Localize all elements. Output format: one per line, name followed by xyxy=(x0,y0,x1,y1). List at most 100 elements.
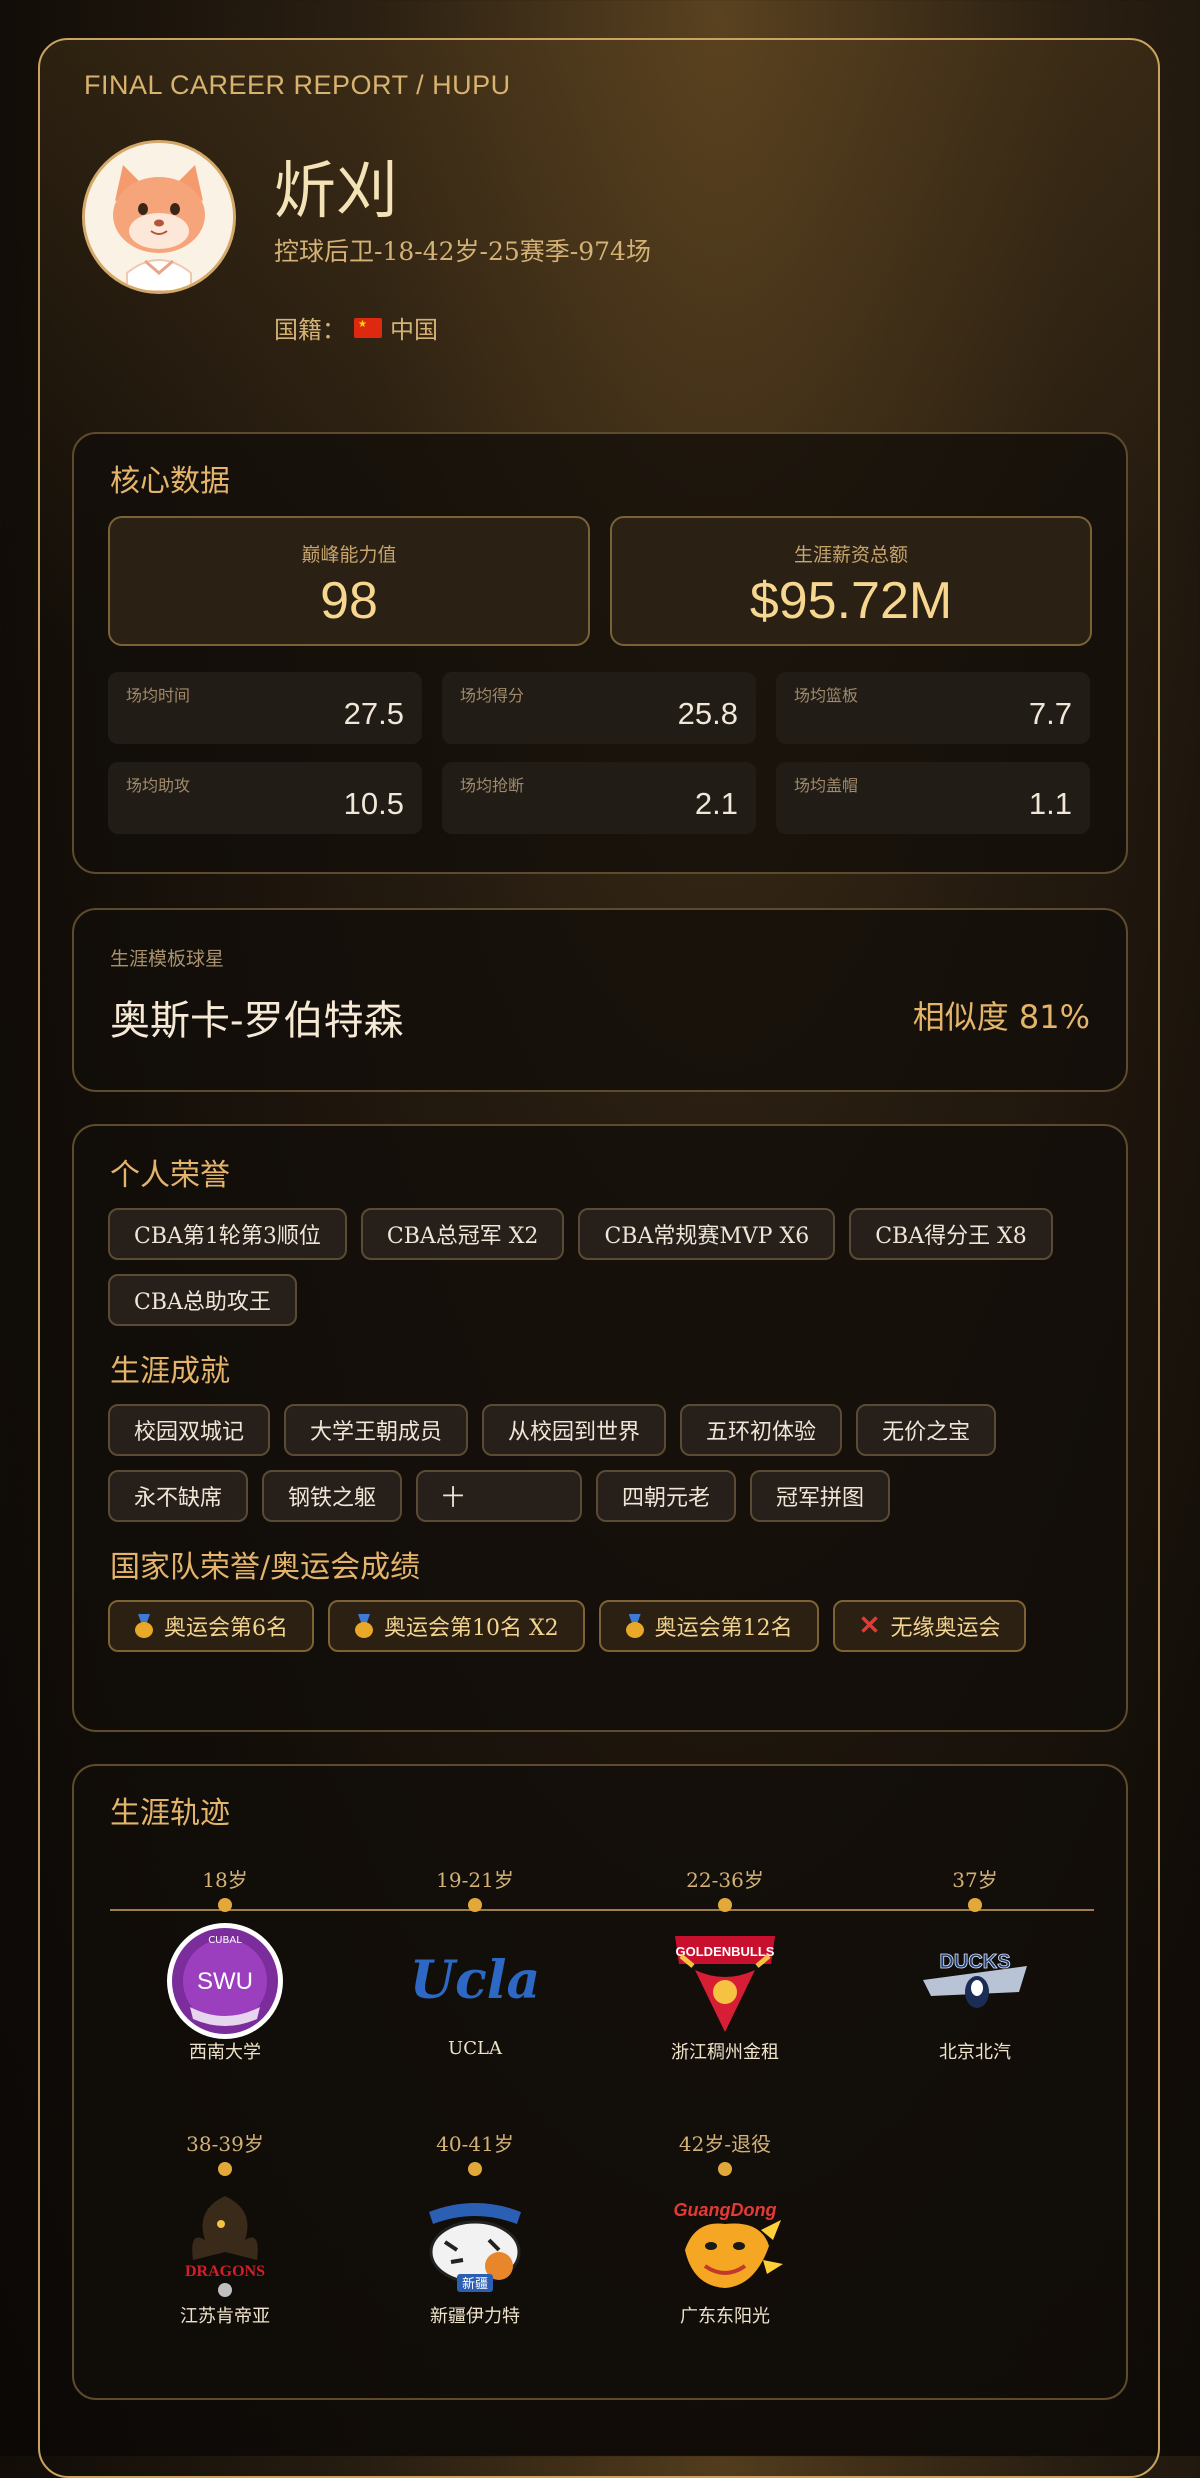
stop-team: 江苏肯帝亚 xyxy=(180,2306,270,2327)
stat-value: 2.1 xyxy=(694,786,738,821)
honor-chip: CBA得分王 X8 xyxy=(849,1208,1053,1260)
stop-team: 北京北汽 xyxy=(939,2042,1011,2063)
stop-team: 浙江稠州金租 xyxy=(671,2042,779,2063)
stat-rebounds: 场均篮板 7.7 xyxy=(776,672,1090,744)
achievement-chip: 五环初体验 xyxy=(680,1404,843,1456)
nationality-value: 中国 xyxy=(390,316,438,344)
career-salary-label: 生涯薪资总额 xyxy=(793,544,908,566)
template-player-name: 奥斯卡-罗伯特森 xyxy=(110,998,404,1044)
achievement-chip: 四朝元老 xyxy=(596,1470,737,1522)
achievement-chip: 大学王朝成员 xyxy=(284,1404,469,1456)
olympic-chip: 奥运会第12名 xyxy=(598,1600,819,1652)
core-data-section: 核心数据 巅峰能力值 98 生涯薪资总额 $95.72M 场均时间 27.5 场… xyxy=(72,432,1128,874)
svg-text:DRAGONS: DRAGONS xyxy=(185,2263,265,2280)
trajectory-stop: 37岁 DUCKS 北京北汽 xyxy=(875,1864,1075,2064)
trajectory-stop: 22-36岁 GOLDENBULLS 浙江稠州金租 xyxy=(625,1864,825,2064)
svg-text:GuangDong: GuangDong xyxy=(674,2200,777,2220)
stop-team: 新疆伊力特 xyxy=(430,2306,520,2327)
achievement-chip: 永不缺席 xyxy=(108,1470,249,1522)
timeline-dot xyxy=(468,1898,482,1912)
peak-rating-label: 巅峰能力值 xyxy=(301,544,397,566)
stop-team: 西南大学 xyxy=(189,2042,261,2063)
timeline-dot xyxy=(968,1898,982,1912)
ducks-logo-icon: DUCKS xyxy=(910,1926,1040,2036)
trajectory-stop: 38-39岁 DRAGONS 江苏肯帝亚 xyxy=(125,2128,325,2328)
guangdong-logo-icon: GuangDong xyxy=(660,2190,790,2300)
player-name: 炘刈 xyxy=(274,154,399,227)
olympic-chip-label: 奥运会第10名 X2 xyxy=(384,1616,559,1641)
honors-section: 个人荣誉 CBA第1轮第3顺位 CBA总冠军 X2 CBA常规赛MVP X6 C… xyxy=(72,1124,1128,1732)
stat-label: 场均时间 xyxy=(126,686,191,705)
medal-icon xyxy=(134,1614,154,1638)
stop-age: 42岁-退役 xyxy=(678,2132,772,2156)
medal-icon xyxy=(354,1614,374,1638)
national-team-title: 国家队荣誉/奥运会成绩 xyxy=(110,1550,421,1585)
trajectory-title: 生涯轨迹 xyxy=(110,1796,230,1831)
achievement-chip: 冠军拼图 xyxy=(750,1470,891,1522)
stat-assists: 场均助攻 10.5 xyxy=(108,762,422,834)
national-team-list: 奥运会第6名 奥运会第10名 X2 奥运会第12名 ✕ 无缘奥运会 xyxy=(108,1600,1098,1652)
svg-text:CUBAL: CUBAL xyxy=(208,1935,242,1946)
stat-value: 25.8 xyxy=(677,696,738,731)
timeline-dot xyxy=(718,2162,732,2176)
achievement-chip: 从校园到世界 xyxy=(482,1404,667,1456)
stat-minutes: 场均时间 27.5 xyxy=(108,672,422,744)
template-label: 生涯模板球星 xyxy=(110,948,225,970)
nationality-label: 国籍： xyxy=(274,316,346,344)
stop-age: 19-21岁 xyxy=(436,1868,514,1892)
achievements-title: 生涯成就 xyxy=(110,1354,230,1389)
career-salary-value: $95.72M xyxy=(749,572,953,630)
trajectory-stop: 19-21岁 Ucla UCLA xyxy=(375,1864,575,2059)
template-player-section: 生涯模板球星 奥斯卡-罗伯特森 相似度 81% xyxy=(72,908,1128,1092)
achievement-chip: 校园双城记 xyxy=(108,1404,271,1456)
report-label: FINAL CAREER REPORT / HUPU xyxy=(84,70,511,100)
svg-text:Ucla: Ucla xyxy=(410,1950,540,2011)
olympic-chip-label: 无缘奥运会 xyxy=(890,1616,1001,1641)
medal-icon xyxy=(625,1614,645,1638)
avatar xyxy=(82,140,236,294)
honor-chip: CBA常规赛MVP X6 xyxy=(578,1208,836,1260)
stop-team: UCLA xyxy=(448,2038,502,2059)
stat-value: 7.7 xyxy=(1028,696,1072,731)
olympic-chip: ✕ 无缘奥运会 xyxy=(832,1600,1027,1652)
svg-text:SWU: SWU xyxy=(197,1968,253,1995)
timeline-dot xyxy=(218,1898,232,1912)
stat-value: 27.5 xyxy=(343,696,404,731)
svg-text:DUCKS: DUCKS xyxy=(939,1951,1010,1973)
stat-label: 场均抢断 xyxy=(460,776,525,795)
stat-label: 场均助攻 xyxy=(126,776,191,795)
honor-chip: CBA总助攻王 xyxy=(108,1274,297,1326)
stat-label: 场均得分 xyxy=(460,686,525,705)
stop-age: 18岁 xyxy=(202,1868,248,1892)
personal-honors-title: 个人荣誉 xyxy=(110,1158,230,1193)
stat-blocks: 场均盖帽 1.1 xyxy=(776,762,1090,834)
stop-age: 38-39岁 xyxy=(186,2132,264,2156)
cross-icon: ✕ xyxy=(858,1611,881,1641)
stat-value: 10.5 xyxy=(343,786,404,821)
olympic-chip: 奥运会第6名 xyxy=(108,1600,314,1652)
achievements-list: 校园双城记 大学王朝成员 从校园到世界 五环初体验 无价之宝 永不缺席 钢铁之躯… xyxy=(108,1404,1098,1522)
stat-points: 场均得分 25.8 xyxy=(442,672,756,744)
trajectory-stop: 40-41岁 新疆 新疆伊力特 xyxy=(375,2128,575,2328)
trajectory-section: 生涯轨迹 18岁 CUBAL SWU 西南大学 19-21岁 Ucla UCLA xyxy=(72,1764,1128,2400)
peak-rating-value: 98 xyxy=(320,572,378,630)
timeline-dot xyxy=(218,2162,232,2176)
stat-value: 1.1 xyxy=(1028,786,1072,821)
achievement-chip: 无价之宝 xyxy=(856,1404,997,1456)
stop-age: 37岁 xyxy=(952,1868,998,1892)
trajectory-stop: 18岁 CUBAL SWU 西南大学 xyxy=(125,1864,325,2064)
trajectory-stop: 42岁-退役 GuangDong 广东东阳光 xyxy=(625,2128,825,2328)
timeline-dot xyxy=(468,2162,482,2176)
core-data-title: 核心数据 xyxy=(110,464,230,499)
olympic-chip-label: 奥运会第12名 xyxy=(654,1616,793,1641)
ucla-logo-icon: Ucla xyxy=(410,1926,540,2036)
personal-honors-list: CBA第1轮第3顺位 CBA总冠军 X2 CBA常规赛MVP X6 CBA得分王… xyxy=(108,1208,1098,1326)
stop-team: 广东东阳光 xyxy=(680,2306,770,2327)
china-flag-icon: ★ xyxy=(354,317,382,338)
achievement-chip: 钢铁之躯 xyxy=(262,1470,403,1522)
nationality-row: 国籍： ★ 中国 xyxy=(274,310,438,345)
career-salary-box: 生涯薪资总额 $95.72M xyxy=(610,516,1092,646)
similarity-value: 相似度 81% xyxy=(912,998,1090,1036)
honor-chip: CBA总冠军 X2 xyxy=(360,1208,565,1260)
svg-text:GOLDENBULLS: GOLDENBULLS xyxy=(676,1944,775,1959)
